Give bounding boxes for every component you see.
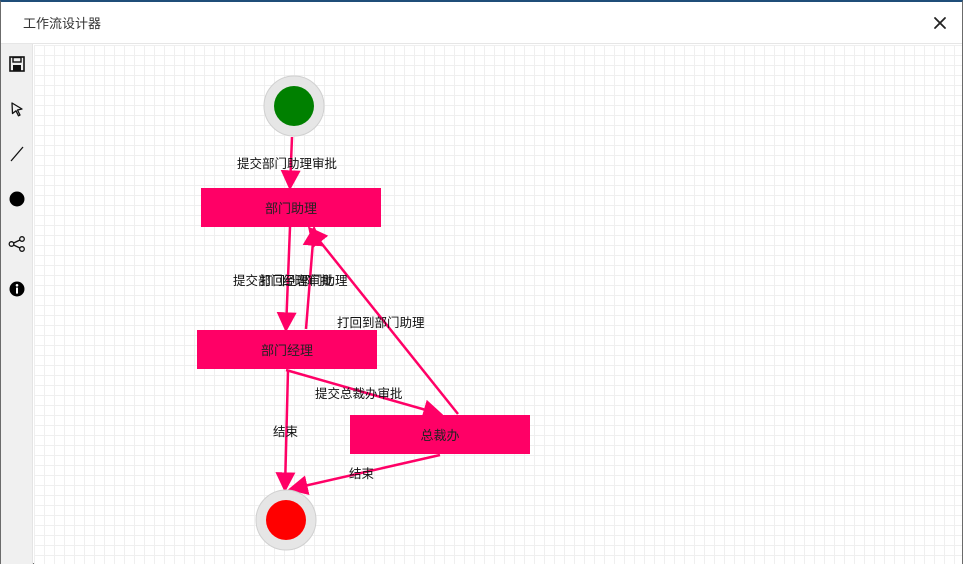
save-icon — [9, 56, 25, 72]
end-node[interactable] — [266, 500, 306, 540]
edge-label-manager-to-assistant: 打回到部门助理 — [260, 273, 348, 288]
save-tool-button[interactable] — [7, 54, 27, 74]
edges-layer — [255, 75, 459, 551]
edge-label-manager-to-end: 结束 — [273, 424, 299, 439]
start-node[interactable] — [274, 86, 314, 126]
node-department-manager-label: 部门经理 — [260, 344, 313, 359]
node-tool-button[interactable] — [7, 189, 27, 209]
branch-icon — [8, 236, 25, 252]
edge-label-ceo-to-assistant: 打回到部门助理 — [337, 315, 425, 330]
node-department-assistant-label: 部门助理 — [264, 202, 317, 217]
info-tool-button[interactable] — [7, 279, 27, 299]
line-icon — [10, 146, 24, 162]
node-ceo-office-label: 总裁办 — [420, 429, 460, 444]
edge-label-ceo-to-end: 结束 — [349, 466, 375, 481]
node-department-manager[interactable]: 部门经理 — [197, 330, 377, 369]
workflow-canvas[interactable]: 部门助理 部门经理 总裁办 提交部门助理审批 提交部门经理审批 打回到部门助理 … — [34, 45, 962, 564]
title-bar: 工作流设计器 — [1, 2, 962, 44]
branch-tool-button[interactable] — [7, 234, 27, 254]
window-title: 工作流设计器 — [23, 17, 102, 32]
edge-label-start-to-assistant: 提交部门助理审批 — [237, 156, 338, 171]
node-department-assistant[interactable]: 部门助理 — [201, 188, 381, 227]
workflow-designer-window: 工作流设计器 部门助理 部门经理 总裁办 提交部门助理审批 提交部门经理审批 打… — [0, 0, 963, 564]
circle-icon — [9, 191, 25, 207]
close-button[interactable] — [928, 11, 952, 35]
edge-label-manager-to-ceo: 提交总裁办审批 — [315, 386, 403, 401]
select-tool-button[interactable] — [7, 99, 27, 119]
node-ceo-office[interactable]: 总裁办 — [350, 415, 530, 454]
close-icon — [934, 17, 946, 29]
select-pointer-icon — [11, 102, 23, 117]
info-icon — [9, 281, 25, 297]
line-tool-button[interactable] — [7, 144, 27, 164]
tool-palette — [1, 44, 33, 564]
